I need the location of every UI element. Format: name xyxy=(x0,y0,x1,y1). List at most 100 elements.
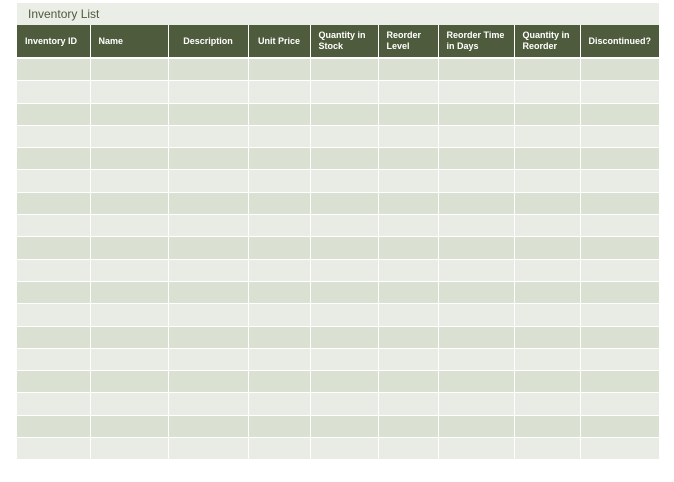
table-cell[interactable] xyxy=(513,169,581,193)
table-cell[interactable] xyxy=(247,325,311,349)
header-description[interactable]: Description xyxy=(167,25,249,59)
header-inventory-id[interactable]: Inventory ID xyxy=(17,25,91,59)
table-cell[interactable] xyxy=(167,325,249,349)
table-cell[interactable] xyxy=(247,214,311,238)
table-cell[interactable] xyxy=(17,258,91,282)
table-cell[interactable] xyxy=(437,191,515,216)
table-cell[interactable] xyxy=(17,169,91,193)
table-cell[interactable] xyxy=(89,147,169,171)
table-cell[interactable] xyxy=(377,414,439,439)
table-cell[interactable] xyxy=(247,191,311,216)
table-cell[interactable] xyxy=(513,347,581,372)
table-cell[interactable] xyxy=(579,236,659,260)
table-cell[interactable] xyxy=(89,169,169,193)
table-cell[interactable] xyxy=(167,236,249,260)
table-cell[interactable] xyxy=(513,370,581,394)
table-cell[interactable] xyxy=(17,191,91,216)
table-cell[interactable] xyxy=(377,191,439,216)
table-cell[interactable] xyxy=(89,280,169,305)
table-cell[interactable] xyxy=(579,169,659,193)
table-cell[interactable] xyxy=(377,57,439,82)
table-cell[interactable] xyxy=(513,102,581,126)
table-cell[interactable] xyxy=(579,414,659,439)
table-cell[interactable] xyxy=(89,214,169,238)
table-cell[interactable] xyxy=(167,57,249,82)
table-cell[interactable] xyxy=(377,303,439,327)
header-reorder-time[interactable]: Reorder Time in Days xyxy=(437,25,515,59)
table-cell[interactable] xyxy=(167,258,249,282)
table-cell[interactable] xyxy=(167,280,249,305)
table-cell[interactable] xyxy=(247,280,311,305)
table-cell[interactable] xyxy=(309,191,379,216)
table-cell[interactable] xyxy=(247,303,311,327)
table-cell[interactable] xyxy=(377,392,439,416)
table-cell[interactable] xyxy=(89,414,169,439)
table-cell[interactable] xyxy=(247,258,311,282)
table-cell[interactable] xyxy=(167,437,249,461)
table-cell[interactable] xyxy=(377,169,439,193)
table-cell[interactable] xyxy=(247,80,311,104)
table-cell[interactable] xyxy=(167,370,249,394)
table-cell[interactable] xyxy=(513,57,581,82)
table-cell[interactable] xyxy=(89,57,169,82)
table-cell[interactable] xyxy=(89,191,169,216)
table-cell[interactable] xyxy=(309,169,379,193)
table-cell[interactable] xyxy=(89,236,169,260)
header-discontinued[interactable]: Discontinued? xyxy=(579,25,659,59)
table-cell[interactable] xyxy=(513,236,581,260)
table-cell[interactable] xyxy=(167,414,249,439)
table-cell[interactable] xyxy=(17,80,91,104)
table-cell[interactable] xyxy=(579,303,659,327)
table-cell[interactable] xyxy=(513,280,581,305)
table-cell[interactable] xyxy=(309,437,379,461)
header-quantity-in-stock[interactable]: Quantity in Stock xyxy=(309,25,379,59)
table-cell[interactable] xyxy=(579,191,659,216)
table-cell[interactable] xyxy=(309,102,379,126)
table-cell[interactable] xyxy=(513,147,581,171)
table-cell[interactable] xyxy=(89,370,169,394)
table-cell[interactable] xyxy=(437,57,515,82)
table-cell[interactable] xyxy=(579,325,659,349)
table-cell[interactable] xyxy=(579,214,659,238)
table-cell[interactable] xyxy=(89,347,169,372)
table-cell[interactable] xyxy=(247,147,311,171)
table-cell[interactable] xyxy=(247,102,311,126)
table-cell[interactable] xyxy=(513,191,581,216)
table-cell[interactable] xyxy=(513,124,581,149)
table-cell[interactable] xyxy=(513,392,581,416)
table-cell[interactable] xyxy=(377,325,439,349)
table-cell[interactable] xyxy=(437,392,515,416)
table-cell[interactable] xyxy=(579,57,659,82)
table-cell[interactable] xyxy=(167,347,249,372)
table-cell[interactable] xyxy=(17,325,91,349)
table-cell[interactable] xyxy=(247,392,311,416)
table-cell[interactable] xyxy=(437,102,515,126)
table-cell[interactable] xyxy=(377,370,439,394)
table-cell[interactable] xyxy=(17,236,91,260)
table-cell[interactable] xyxy=(309,57,379,82)
table-cell[interactable] xyxy=(437,258,515,282)
table-cell[interactable] xyxy=(17,280,91,305)
table-cell[interactable] xyxy=(309,214,379,238)
table-cell[interactable] xyxy=(167,392,249,416)
table-cell[interactable] xyxy=(17,347,91,372)
table-cell[interactable] xyxy=(309,258,379,282)
table-cell[interactable] xyxy=(437,280,515,305)
table-cell[interactable] xyxy=(579,370,659,394)
table-cell[interactable] xyxy=(247,414,311,439)
table-cell[interactable] xyxy=(513,303,581,327)
table-cell[interactable] xyxy=(513,437,581,461)
table-cell[interactable] xyxy=(309,414,379,439)
table-cell[interactable] xyxy=(513,80,581,104)
table-cell[interactable] xyxy=(309,80,379,104)
table-cell[interactable] xyxy=(579,80,659,104)
table-cell[interactable] xyxy=(167,147,249,171)
table-cell[interactable] xyxy=(437,169,515,193)
table-cell[interactable] xyxy=(513,325,581,349)
table-cell[interactable] xyxy=(309,280,379,305)
table-cell[interactable] xyxy=(437,80,515,104)
table-cell[interactable] xyxy=(377,214,439,238)
table-cell[interactable] xyxy=(89,437,169,461)
table-cell[interactable] xyxy=(377,124,439,149)
table-cell[interactable] xyxy=(89,325,169,349)
